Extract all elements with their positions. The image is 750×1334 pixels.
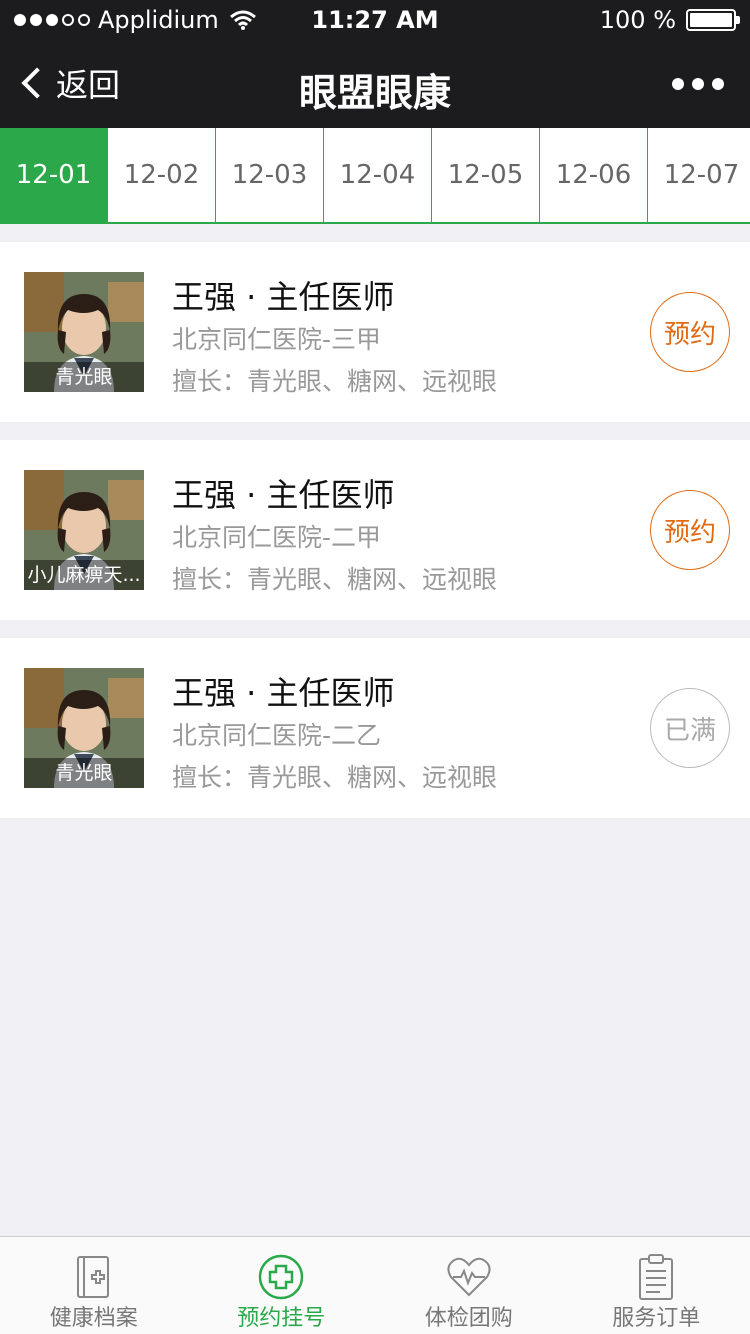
tab-label: 服务订单 [612, 1306, 701, 1331]
status-right: 100 % [599, 6, 740, 34]
date-tabs: 12-01 12-02 12-03 12-04 12-05 12-06 12-0… [0, 128, 750, 224]
tab-label: 预约挂号 [237, 1306, 326, 1331]
page-title: 眼盟眼康 [298, 71, 451, 115]
date-tab[interactable]: 12-02 [108, 128, 216, 222]
doctor-hospital: 北京同仁医院-二乙 [172, 721, 382, 750]
tab-checkup-group[interactable]: 体检团购 [375, 1237, 563, 1334]
tab-bar: 健康档案 预约挂号 体检团购 服务订单 [0, 1236, 750, 1334]
more-dot-icon [692, 78, 704, 90]
battery-icon [686, 9, 740, 31]
doctor-card[interactable]: 青光眼 王强 · 主任医师 北京同仁医院-二乙 擅长：青光眼、糖网、远视眼 已满 [0, 638, 750, 818]
more-dot-icon [712, 78, 724, 90]
doctor-name: 王强 · 主任医师 [172, 278, 395, 316]
nav-bar: 返回 眼盟眼康 [0, 40, 750, 128]
battery-percent: 100 % [599, 6, 676, 34]
full-status-button: 已满 [650, 688, 730, 768]
doctor-hospital: 北京同仁医院-三甲 [172, 325, 382, 354]
clipboard-icon [632, 1253, 680, 1301]
doctor-avatar: 青光眼 [24, 272, 144, 392]
doctor-card[interactable]: 青光眼 王强 · 主任医师 北京同仁医院-三甲 擅长：青光眼、糖网、远视眼 预约 [0, 242, 750, 422]
heart-pulse-icon [445, 1253, 493, 1301]
doctor-specialty: 擅长：青光眼、糖网、远视眼 [172, 367, 498, 396]
date-tab[interactable]: 12-04 [324, 128, 432, 222]
tab-appointment[interactable]: 预约挂号 [188, 1237, 376, 1334]
medical-record-icon [70, 1253, 118, 1301]
doctor-specialty: 擅长：青光眼、糖网、远视眼 [172, 565, 498, 594]
doctor-avatar: 小儿麻痹天... [24, 470, 144, 590]
more-button[interactable] [672, 78, 724, 90]
tab-label: 健康档案 [49, 1306, 138, 1331]
avatar-tag: 青光眼 [24, 362, 144, 392]
plus-circle-icon [257, 1253, 305, 1301]
doctor-name: 王强 · 主任医师 [172, 674, 395, 712]
date-tab[interactable]: 12-06 [540, 128, 648, 222]
doctor-hospital: 北京同仁医院-二甲 [172, 523, 382, 552]
tab-service-orders[interactable]: 服务订单 [563, 1237, 750, 1334]
status-bar: Applidium 11:27 AM 100 % [0, 0, 750, 40]
date-tab[interactable]: 12-03 [216, 128, 324, 222]
book-button[interactable]: 预约 [650, 490, 730, 570]
doctor-name: 王强 · 主任医师 [172, 476, 395, 514]
avatar-tag: 小儿麻痹天... [24, 560, 144, 590]
tab-label: 体检团购 [424, 1306, 513, 1331]
doctor-specialty: 擅长：青光眼、糖网、远视眼 [172, 763, 498, 792]
date-tab[interactable]: 12-05 [432, 128, 540, 222]
doctor-card[interactable]: 小儿麻痹天... 王强 · 主任医师 北京同仁医院-二甲 擅长：青光眼、糖网、远… [0, 440, 750, 620]
doctor-avatar: 青光眼 [24, 668, 144, 788]
book-button[interactable]: 预约 [650, 292, 730, 372]
date-tab[interactable]: 12-01 [0, 128, 108, 222]
date-tab[interactable]: 12-07 [648, 128, 750, 222]
doctor-list: 青光眼 王强 · 主任医师 北京同仁医院-三甲 擅长：青光眼、糖网、远视眼 预约… [0, 242, 750, 836]
more-dot-icon [672, 78, 684, 90]
avatar-tag: 青光眼 [24, 758, 144, 788]
top-bar: Applidium 11:27 AM 100 % 返回 眼盟眼康 [0, 0, 750, 128]
tab-health-records[interactable]: 健康档案 [0, 1237, 188, 1334]
